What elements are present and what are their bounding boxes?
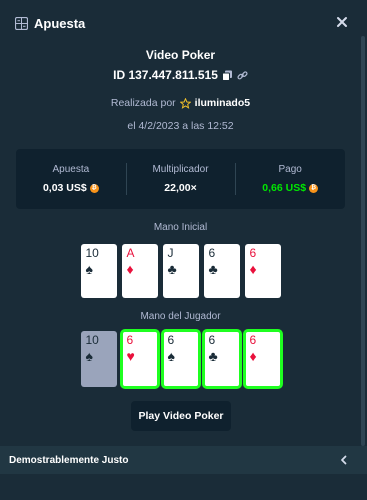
card-rank: J	[167, 246, 174, 260]
card-rank: A	[126, 246, 135, 260]
star-icon	[179, 97, 191, 109]
card-suit-icon: ♠	[85, 348, 93, 364]
placed-by-label: Realizada por	[110, 97, 176, 109]
bitcoin-icon: ₿	[89, 183, 99, 193]
payout-stat: Pago 0,66 US$ ₿	[235, 149, 345, 209]
playing-card: A ♦	[121, 244, 158, 298]
playing-card: 10 ♠	[80, 331, 117, 387]
bet-id: ID 137.447.811.515	[113, 68, 218, 82]
playing-card: 6 ♠	[160, 329, 201, 389]
payout-value-row: 0,66 US$ ₿	[262, 182, 319, 194]
card-rank: 6	[249, 333, 257, 347]
bet-stats-panel: Apuesta 0,03 US$ ₿ Multiplicador 22,00× …	[16, 149, 345, 209]
card-rank: 6	[249, 246, 257, 260]
bet-slip-icon	[15, 16, 28, 30]
card-rank: 6	[167, 333, 175, 347]
placed-by-row: Realizada por iluminado5	[0, 97, 361, 109]
card-suit-icon: ♣	[208, 348, 218, 364]
card-suit-icon: ♦	[126, 261, 134, 277]
card-suit-icon: ♣	[208, 261, 218, 277]
copy-icon[interactable]	[221, 70, 233, 81]
card-suit-icon: ♠	[85, 261, 93, 277]
card-suit-icon: ♦	[249, 348, 257, 364]
bet-amount-label: Apuesta	[52, 164, 90, 175]
provably-fair-bar[interactable]: Demostrablemente Justo	[0, 446, 367, 474]
username[interactable]: iluminado5	[195, 97, 250, 109]
modal-bottom	[0, 474, 367, 500]
card-rank: 6	[208, 246, 216, 260]
close-icon[interactable]	[335, 15, 349, 29]
card-suit-icon: ♣	[167, 261, 177, 277]
playing-card: 10 ♠	[80, 244, 117, 298]
payout-label: Pago	[278, 164, 302, 175]
player-hand: 10 ♠ 6 ♥ 6 ♠ 6 ♣ 6 ♦	[0, 329, 361, 389]
bet-amount-value: 0,03 US$	[42, 182, 87, 194]
playing-card: 6 ♣	[203, 244, 240, 298]
card-suit-icon: ♠	[167, 348, 175, 364]
card-suit-icon: ♦	[249, 261, 257, 277]
playing-card: J ♣	[162, 244, 199, 298]
modal-title: Apuesta	[34, 15, 86, 31]
playing-card: 6 ♦	[242, 329, 283, 389]
playing-card: 6 ♥	[119, 329, 160, 389]
game-name: Video Poker	[145, 48, 216, 62]
modal-header: Apuesta	[0, 0, 367, 46]
card-rank: 10	[85, 246, 99, 260]
payout-value: 0,66 US$	[262, 182, 307, 194]
bitcoin-icon: ₿	[309, 183, 319, 193]
provably-fair-label: Demostrablemente Justo	[9, 454, 129, 466]
multiplier-label: Multiplicador	[152, 164, 209, 175]
bet-id-row: ID 137.447.811.515	[0, 68, 361, 82]
multiplier-stat: Multiplicador 22,00×	[125, 149, 236, 209]
multiplier-value: 22,00×	[164, 182, 197, 194]
card-rank: 10	[85, 333, 99, 347]
playing-card: 6 ♦	[244, 244, 281, 298]
player-hand-label: Mano del Jugador	[140, 311, 221, 322]
initial-hand: 10 ♠ A ♦ J ♣ 6 ♣ 6 ♦	[0, 244, 361, 298]
scrollbar[interactable]	[361, 36, 365, 446]
chevron-left-icon[interactable]	[339, 455, 349, 465]
playing-card: 6 ♣	[201, 329, 242, 389]
bet-date: el 4/2/2023 a las 12:52	[127, 120, 234, 132]
link-icon[interactable]	[237, 70, 248, 81]
initial-hand-label: Mano Inicial	[153, 222, 208, 233]
card-rank: 6	[126, 333, 134, 347]
card-rank: 6	[208, 333, 216, 347]
bet-amount-value-row: 0,03 US$ ₿	[43, 182, 99, 194]
card-suit-icon: ♥	[126, 348, 135, 364]
bet-amount-stat: Apuesta 0,03 US$ ₿	[16, 149, 126, 209]
play-video-poker-button[interactable]: Play Video Poker	[131, 401, 231, 431]
